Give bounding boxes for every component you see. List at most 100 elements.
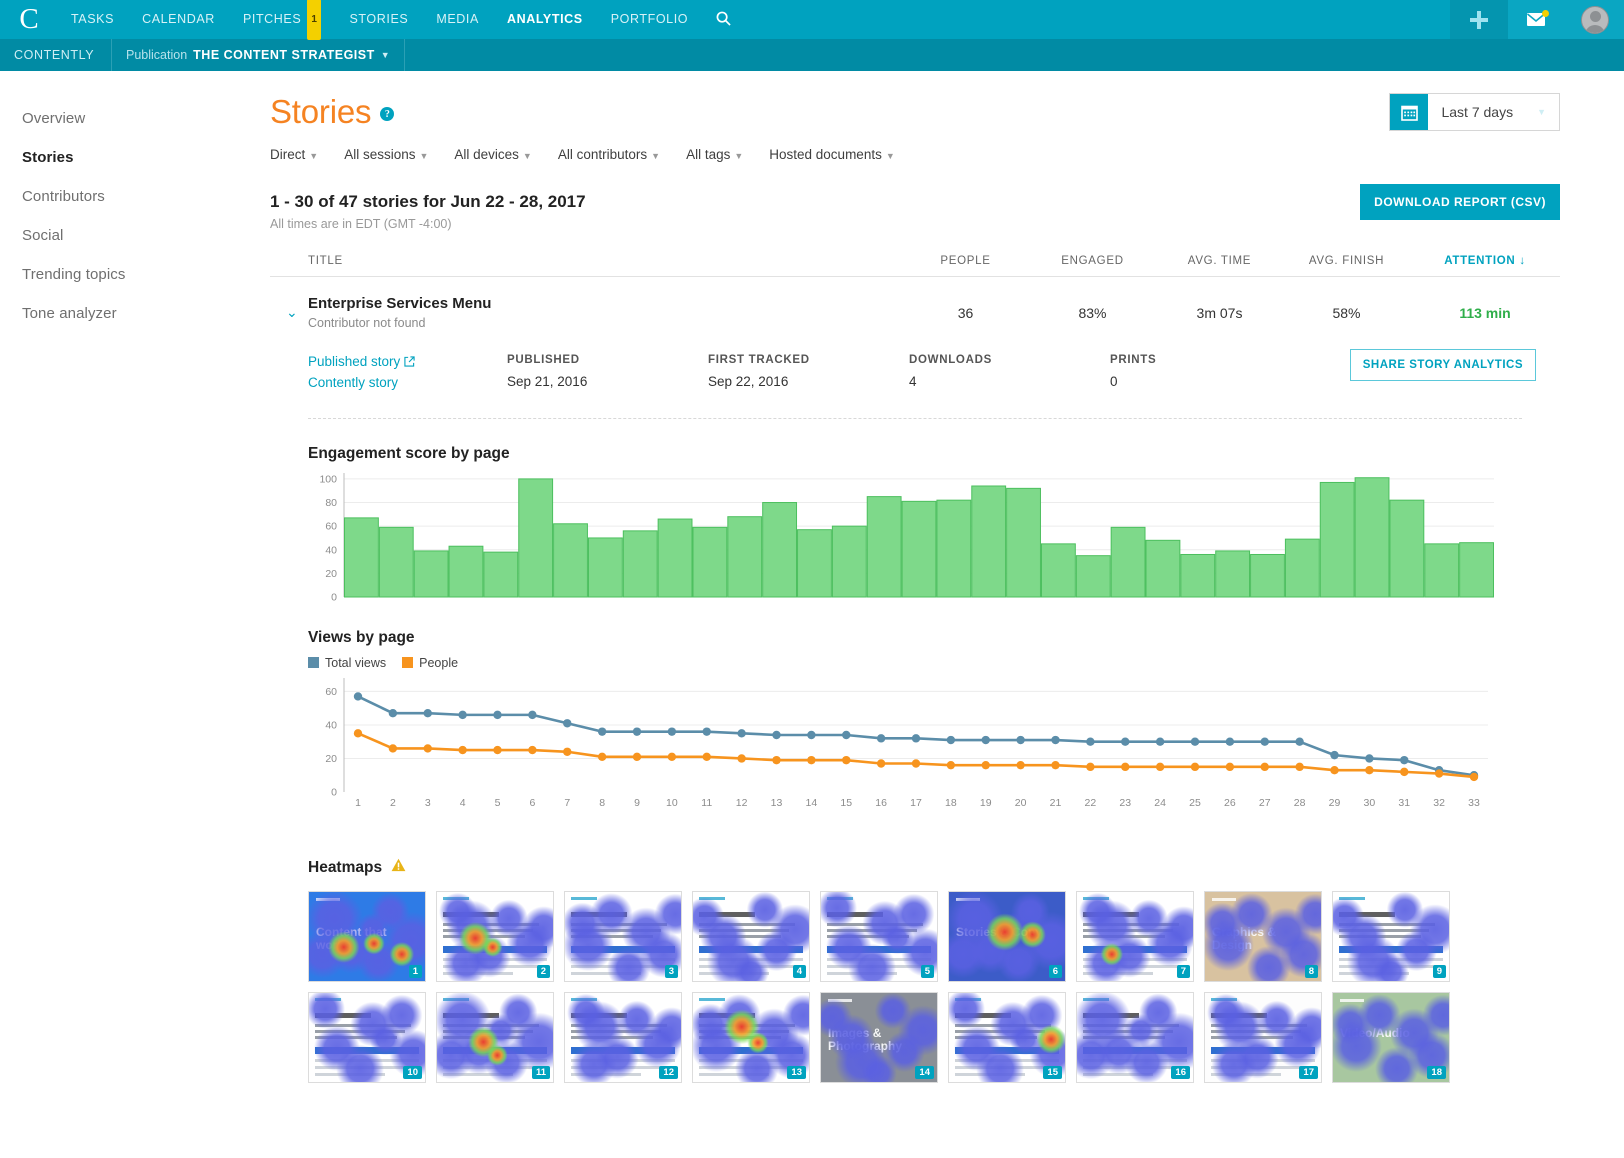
svg-text:32: 32 [1433,797,1445,809]
heatmap-thumbnail[interactable]: 13 [692,992,810,1083]
main-content: Stories ? Last 7 days ▼ Direct▼ All sess… [270,71,1624,1158]
share-story-analytics-button[interactable]: SHARE STORY ANALYTICS [1350,349,1536,381]
heatmap-page-number: 4 [793,965,806,978]
heatmap-thumbnail[interactable]: 15 [948,992,1066,1083]
filter-all-tags[interactable]: All tags▼ [686,147,743,162]
heatmap-thumbnail[interactable]: 11 [436,992,554,1083]
heatmap-page-number: 12 [659,1066,678,1079]
heatmap-hotspot-overlay [1077,892,1193,981]
views-line-plot: 0204060123456789101112131415161718192021… [308,670,1498,820]
legend-label: Total views [325,656,386,670]
search-icon[interactable] [702,0,745,39]
nav-label: PITCHES [243,12,301,26]
views-chart-legend: Total views People [308,656,1560,670]
heatmap-thumbnail[interactable]: 3 [564,891,682,982]
contently-story-link[interactable]: Contently story [308,375,507,390]
heatmap-thumbnail[interactable]: 7 [1076,891,1194,982]
avatar[interactable] [1566,0,1624,39]
external-link-icon [404,354,415,369]
sidebar-item-stories[interactable]: Stories [0,138,270,177]
heatmap-thumbnail[interactable]: Images & Photography14 [820,992,938,1083]
heatmap-page-number: 13 [787,1066,806,1079]
column-header-attention[interactable]: ATTENTION ↓ [1410,255,1560,267]
chevron-down-icon: ▼ [309,151,318,161]
heatmap-thumbnail[interactable]: 16 [1076,992,1194,1083]
publication-selector[interactable]: Publication THE CONTENT STRATEGIST ▼ [112,39,405,71]
engagement-bar-plot: 020406080100 [308,463,1498,603]
sidebar-item-overview[interactable]: Overview [0,99,270,138]
download-report-button[interactable]: DOWNLOAD REPORT (CSV) [1360,184,1560,220]
filter-label: All contributors [558,147,647,162]
sidebar-item-social[interactable]: Social [0,216,270,255]
expand-collapse-chevron-icon[interactable]: ⌄ [270,304,308,321]
heatmap-thumbnail[interactable]: 12 [564,992,682,1083]
page-body: Overview Stories Contributors Social Tre… [0,71,1624,1158]
heatmap-hotspot-overlay [309,892,425,981]
svg-text:1: 1 [355,797,361,809]
heatmap-thumbnail[interactable]: 17 [1204,992,1322,1083]
heatmap-overlay [565,892,681,981]
question-mark-icon[interactable]: ? [380,107,394,121]
nav-label: PORTFOLIO [611,12,688,26]
heatmap-thumbnail[interactable]: Content that works1 [308,891,426,982]
column-header-people[interactable]: PEOPLE [902,255,1029,267]
plus-icon[interactable] [1450,0,1508,39]
detail-label: DOWNLOADS [909,354,1110,366]
column-header-avg-finish[interactable]: AVG. FINISH [1283,255,1410,267]
main-nav: TASKS CALENDAR PITCHES1 STORIES MEDIA AN… [57,0,1450,39]
svg-text:80: 80 [325,497,337,509]
sidebar-item-trending-topics[interactable]: Trending topics [0,255,270,294]
sidebar-item-contributors[interactable]: Contributors [0,177,270,216]
heatmap-page-number: 11 [532,1066,550,1079]
nav-item-calendar[interactable]: CALENDAR [128,0,229,39]
filter-hosted-documents[interactable]: Hosted documents▼ [769,147,894,162]
heatmap-thumbnail[interactable]: 10 [308,992,426,1083]
nav-label: MEDIA [436,12,479,26]
heatmap-page-number: 15 [1043,1066,1062,1079]
engagement-chart-title: Engagement score by page [308,445,1560,463]
filter-all-contributors[interactable]: All contributors▼ [558,147,660,162]
contently-logo[interactable]: C [0,0,57,39]
filter-all-devices[interactable]: All devices▼ [454,147,531,162]
column-header-title[interactable]: TITLE [270,255,902,267]
date-range-picker[interactable]: Last 7 days ▼ [1389,93,1560,131]
nav-item-tasks[interactable]: TASKS [57,0,128,39]
svg-text:0: 0 [331,787,337,799]
heatmap-hotspot-overlay [437,892,553,981]
heatmap-hotspot-overlay [949,892,1065,981]
heatmap-thumbnail[interactable]: Graphics & Design8 [1204,891,1322,982]
detail-value: 4 [909,374,1110,389]
column-header-avg-time[interactable]: AVG. TIME [1156,255,1283,267]
sidebar-item-tone-analyzer[interactable]: Tone analyzer [0,294,270,333]
nav-item-portfolio[interactable]: PORTFOLIO [597,0,702,39]
svg-text:60: 60 [325,521,337,533]
heatmap-thumbnail[interactable]: Stories & Copy6 [948,891,1066,982]
heatmap-thumbnail[interactable]: Video/Audio18 [1332,992,1450,1083]
nav-item-media[interactable]: MEDIA [422,0,493,39]
heatmap-thumbnail[interactable]: 9 [1332,891,1450,982]
filter-direct[interactable]: Direct▼ [270,147,318,162]
svg-text:6: 6 [529,797,535,809]
heatmap-thumbnail[interactable]: 4 [692,891,810,982]
cell-avg-finish: 58% [1283,305,1410,321]
publication-name: THE CONTENT STRATEGIST [193,48,375,62]
story-title[interactable]: Enterprise Services Menu [308,295,902,312]
heatmap-thumbnail[interactable]: 2 [436,891,554,982]
chevron-down-icon: ▼ [381,50,390,60]
analytics-sidebar: Overview Stories Contributors Social Tre… [0,71,270,1158]
org-name[interactable]: CONTENTLY [0,39,112,71]
heatmap-thumbnail[interactable]: 5 [820,891,938,982]
published-story-link[interactable]: Published story [308,354,507,369]
envelope-icon[interactable] [1508,0,1566,39]
nav-item-analytics[interactable]: ANALYTICS [493,0,597,39]
svg-text:9: 9 [634,797,640,809]
filter-all-sessions[interactable]: All sessions▼ [344,147,428,162]
chevron-down-icon: ▼ [734,151,743,161]
table-row[interactable]: ⌄ Enterprise Services Menu Contributor n… [270,277,1560,344]
column-header-engaged[interactable]: ENGAGED [1029,255,1156,267]
nav-item-pitches[interactable]: PITCHES1 [229,0,336,40]
page-header: Stories ? [270,71,1560,131]
detail-field-downloads: DOWNLOADS 4 [909,354,1110,389]
svg-text:0: 0 [331,592,337,604]
nav-item-stories[interactable]: STORIES [335,0,422,39]
